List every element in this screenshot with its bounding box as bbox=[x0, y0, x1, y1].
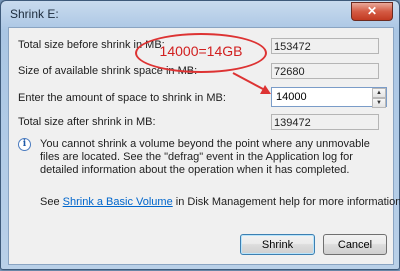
annotation-arrow bbox=[232, 72, 271, 94]
shrink-dialog: Shrink E: ✕ Total size before shrink in … bbox=[0, 0, 400, 270]
